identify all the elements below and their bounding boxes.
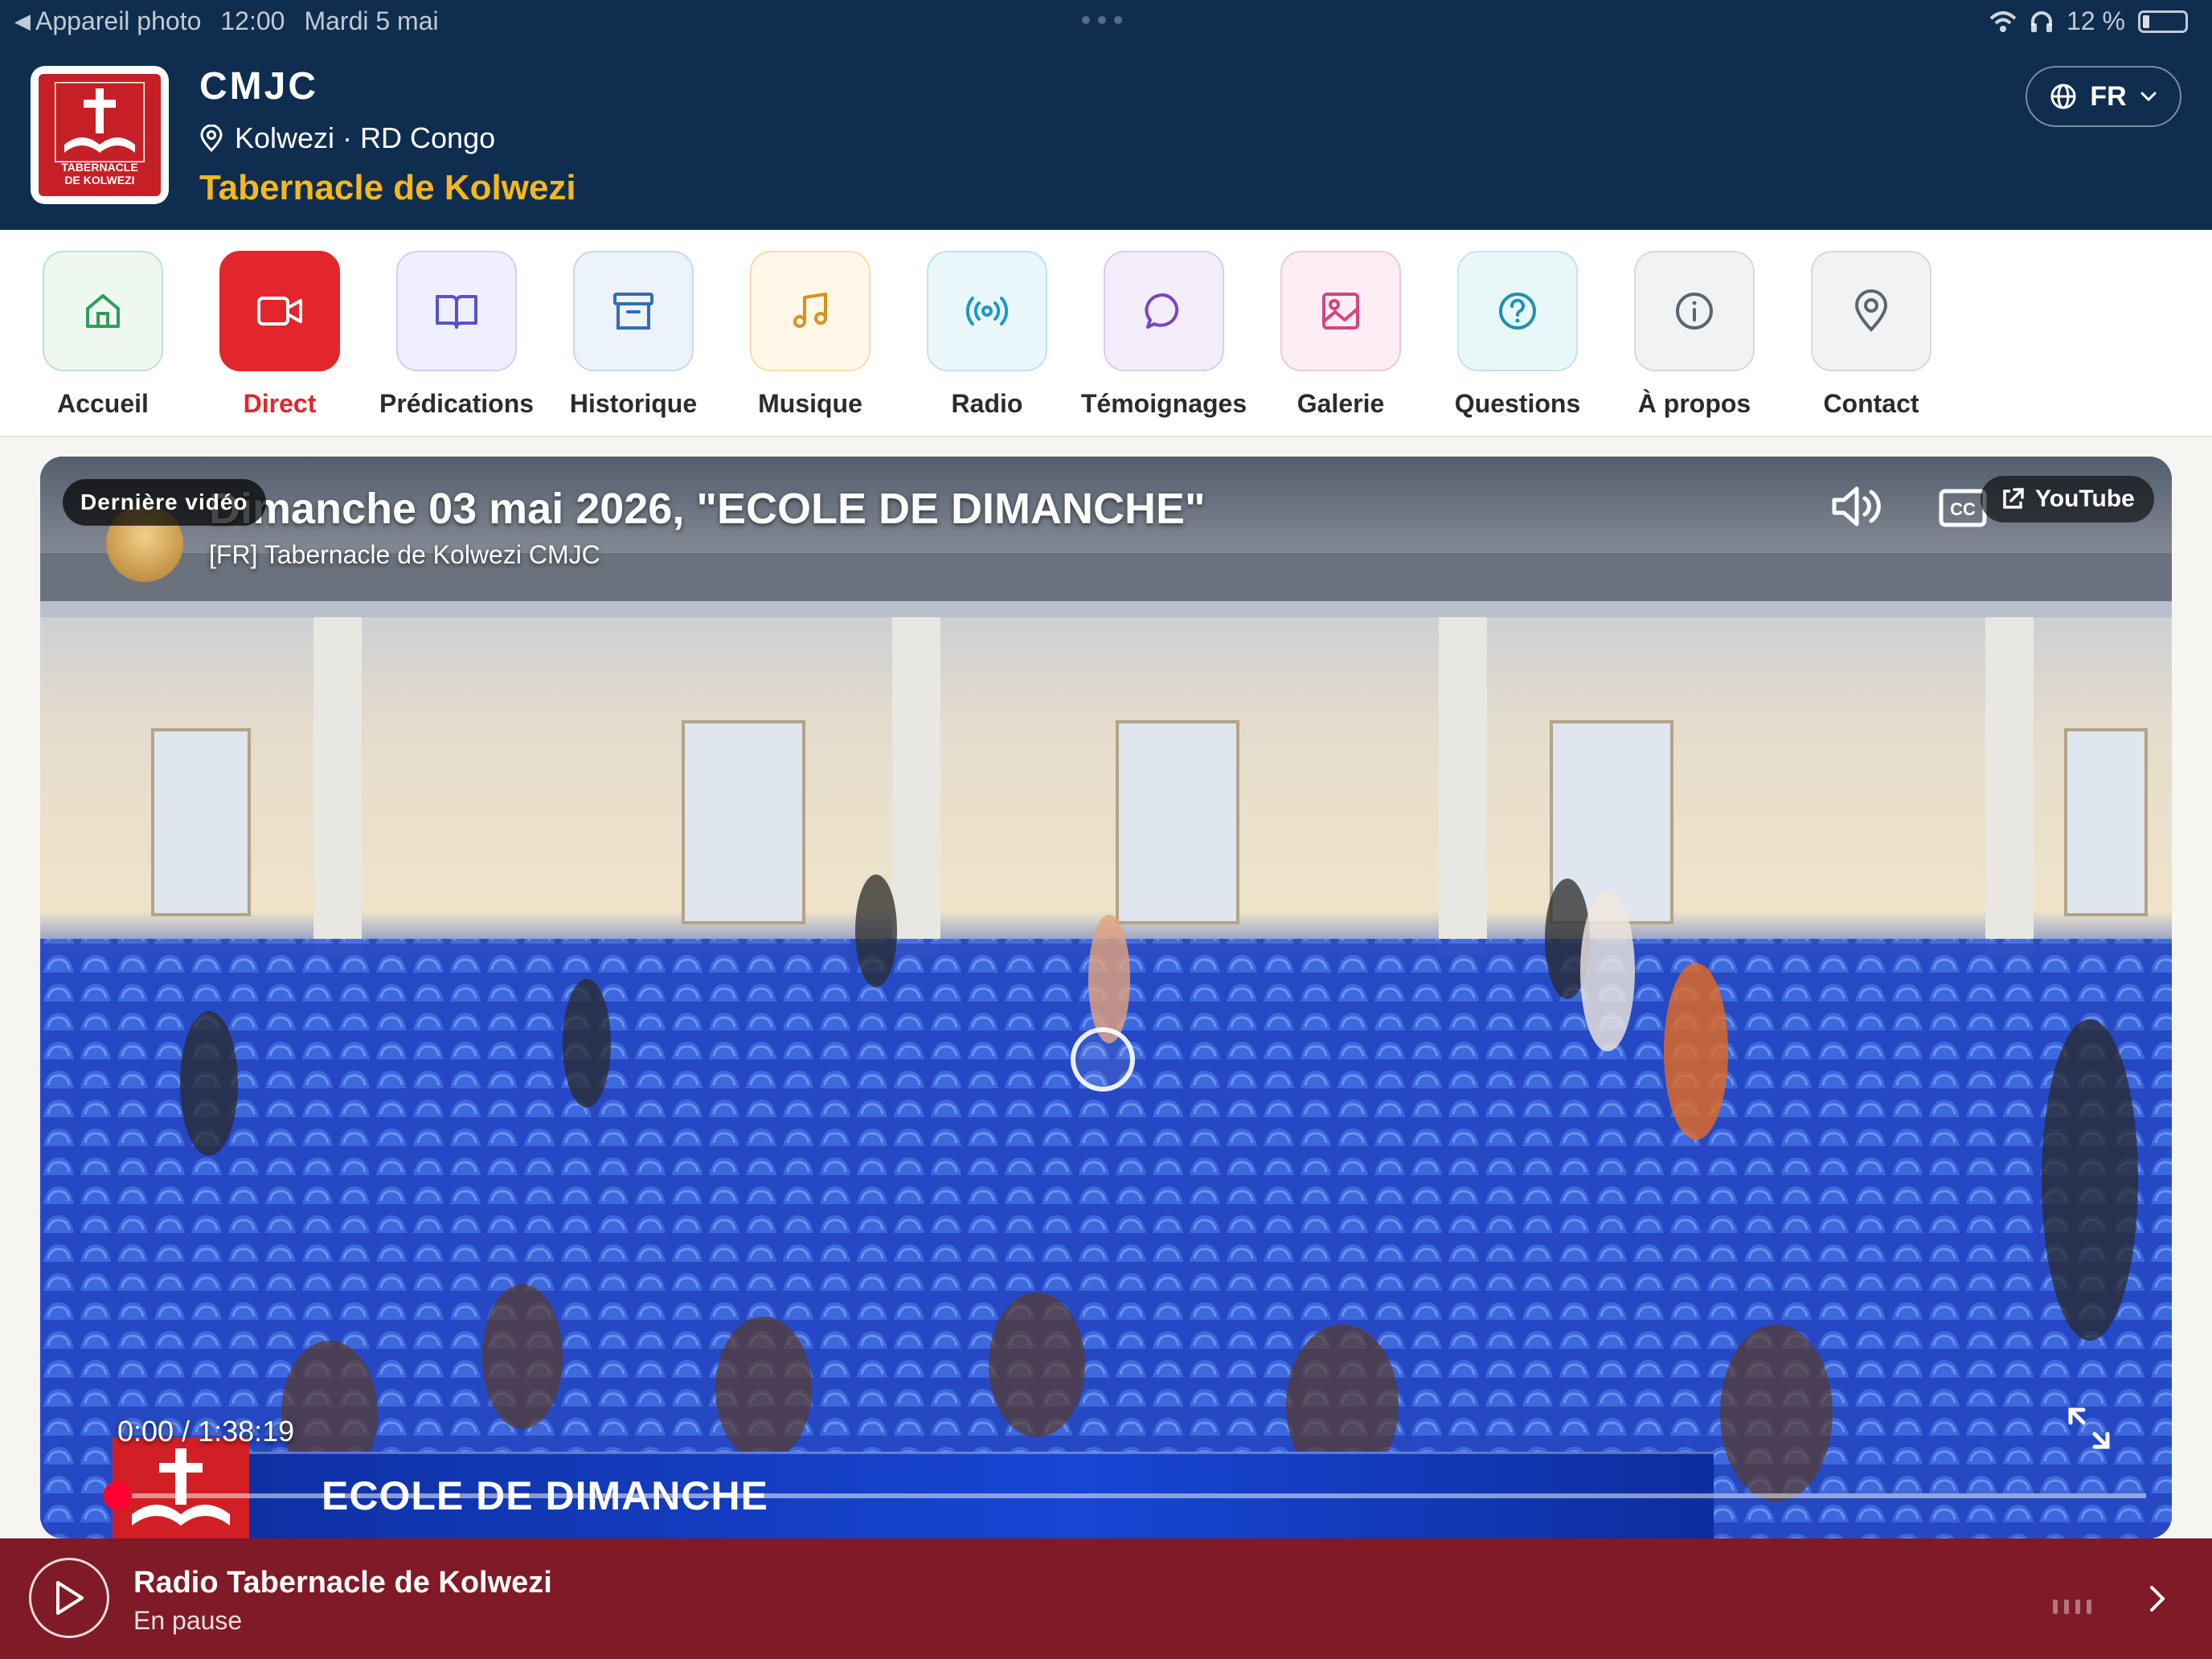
nav-tile[interactable] bbox=[396, 251, 517, 371]
nav-tile[interactable] bbox=[1457, 251, 1578, 371]
location-pin-icon bbox=[200, 125, 223, 152]
nav-item-radio[interactable]: Radio bbox=[899, 251, 1075, 419]
radio-icon bbox=[965, 297, 1009, 326]
language-selector[interactable]: FR bbox=[2026, 66, 2181, 127]
nav-tile[interactable] bbox=[43, 251, 163, 371]
headphones-icon bbox=[2031, 10, 2053, 32]
nav-item-galerie[interactable]: Galerie bbox=[1252, 251, 1429, 419]
chevron-right-icon[interactable] bbox=[2148, 1583, 2167, 1614]
video-time: 0:00 / 1:38:19 bbox=[117, 1415, 295, 1448]
nav-item-musique[interactable]: Musique bbox=[722, 251, 899, 419]
brand-subtitle: Tabernacle de Kolwezi bbox=[199, 168, 576, 207]
video-player[interactable]: Dernière vidéo Dimanche 03 mai 2026, "EC… bbox=[40, 457, 2172, 1538]
nav-tile[interactable] bbox=[1811, 251, 1931, 371]
nav-label: Galerie bbox=[1296, 389, 1385, 418]
video-progress-handle[interactable] bbox=[103, 1481, 132, 1510]
nav-tile[interactable] bbox=[1634, 251, 1755, 371]
back-arrow-icon[interactable]: ◀ bbox=[14, 9, 31, 34]
brand-name: CMJC bbox=[199, 65, 319, 108]
wifi-icon bbox=[1989, 10, 2017, 32]
main-nav: Accueil Direct Prédications Historique M… bbox=[0, 230, 2212, 437]
nav-label: Historique bbox=[569, 389, 698, 418]
nav-tile[interactable] bbox=[573, 251, 694, 371]
volume-icon[interactable] bbox=[1831, 482, 1884, 530]
status-bar: ◀ Appareil photo 12:00 Mardi 5 mai 12 % bbox=[0, 0, 2212, 42]
globe-icon bbox=[2050, 84, 2076, 109]
nav-label: Direct bbox=[243, 389, 317, 418]
cross-book-icon bbox=[132, 1448, 230, 1526]
chat-icon bbox=[1145, 293, 1179, 329]
nav-item-temoignages[interactable]: Témoignages bbox=[1075, 251, 1252, 419]
open-youtube-button[interactable]: YouTube bbox=[1981, 476, 2154, 522]
brand-location: Kolwezi · RD Congo bbox=[199, 121, 576, 155]
status-left: ◀ Appareil photo 12:00 Mardi 5 mai bbox=[14, 6, 439, 36]
nav-label: Accueil bbox=[57, 389, 149, 418]
video-progress-bar[interactable] bbox=[117, 1493, 2146, 1498]
logo-text-line2: DE KOLWEZI bbox=[64, 174, 135, 186]
nav-item-contact[interactable]: Contact bbox=[1783, 251, 1960, 419]
nav-label: Contact bbox=[1823, 389, 1919, 418]
status-date: Mardi 5 mai bbox=[304, 6, 439, 35]
nav-tile[interactable] bbox=[1280, 251, 1401, 371]
status-right: 12 % bbox=[1989, 6, 2188, 36]
radio-status: En pause bbox=[133, 1606, 243, 1635]
nav-item-accueil[interactable]: Accueil bbox=[14, 251, 191, 419]
back-app-label[interactable]: Appareil photo bbox=[35, 6, 201, 36]
play-indicator[interactable] bbox=[1071, 1027, 1135, 1092]
archive-icon bbox=[613, 293, 653, 330]
lower-third-logo bbox=[113, 1437, 249, 1538]
church-logo[interactable]: TABERNACLE DE KOLWEZI bbox=[31, 66, 169, 204]
nav-item-a-propos[interactable]: À propos bbox=[1606, 251, 1783, 419]
book-icon bbox=[436, 295, 477, 329]
multitask-dots[interactable] bbox=[1082, 16, 1122, 24]
nav-label: Prédications bbox=[379, 389, 535, 418]
video-frame bbox=[40, 457, 2172, 1538]
battery-percent: 12 % bbox=[2067, 6, 2125, 35]
radio-mini-player[interactable]: Radio Tabernacle de Kolwezi En pause bbox=[0, 1538, 2212, 1659]
nav-label: Questions bbox=[1454, 389, 1581, 418]
fullscreen-icon[interactable] bbox=[2066, 1405, 2112, 1452]
youtube-label: YouTube bbox=[2035, 485, 2135, 512]
radio-play-button[interactable] bbox=[29, 1558, 109, 1638]
nav-label: Musique bbox=[758, 389, 862, 418]
nav-label: Témoignages bbox=[1080, 389, 1247, 418]
nav-tile[interactable] bbox=[750, 251, 870, 371]
map-pin-icon bbox=[1854, 289, 1888, 332]
music-icon bbox=[793, 293, 827, 328]
image-icon bbox=[1322, 293, 1359, 330]
info-icon bbox=[1676, 293, 1713, 330]
nav-label: Radio bbox=[951, 389, 1023, 418]
closed-captions-icon[interactable]: CC bbox=[1939, 489, 1987, 527]
svg-text:CC: CC bbox=[1950, 499, 1976, 519]
nav-item-direct[interactable]: Direct bbox=[191, 251, 368, 419]
play-icon bbox=[56, 1581, 84, 1615]
app-header: ◀ Appareil photo 12:00 Mardi 5 mai 12 % … bbox=[0, 0, 2212, 230]
radio-title: Radio Tabernacle de Kolwezi bbox=[133, 1566, 552, 1600]
language-code: FR bbox=[2090, 80, 2127, 112]
nav-label: À propos bbox=[1637, 389, 1751, 418]
nav-item-predications[interactable]: Prédications bbox=[368, 251, 545, 419]
nav-item-historique[interactable]: Historique bbox=[545, 251, 722, 419]
nav-tile[interactable] bbox=[219, 251, 340, 371]
battery-icon bbox=[2138, 10, 2188, 33]
equalizer-icon bbox=[2053, 1600, 2091, 1614]
cross-book-icon bbox=[55, 82, 145, 162]
brand-block: CMJC Kolwezi · RD Congo Tabernacle de Ko… bbox=[199, 64, 576, 208]
latest-video-badge: Dernière vidéo bbox=[63, 479, 266, 526]
home-icon bbox=[86, 294, 120, 328]
logo-text-line1: TABERNACLE bbox=[61, 161, 138, 174]
video-channel-name[interactable]: [FR] Tabernacle de Kolwezi CMJC bbox=[209, 540, 600, 570]
chevron-down-icon bbox=[2140, 92, 2157, 102]
location-text: Kolwezi · RD Congo bbox=[235, 121, 496, 154]
nav-tile[interactable] bbox=[1104, 251, 1224, 371]
video-camera-icon bbox=[257, 297, 302, 326]
external-link-icon bbox=[2003, 488, 2024, 509]
nav-tile[interactable] bbox=[927, 251, 1047, 371]
video-title[interactable]: Dimanche 03 mai 2026, "ECOLE DE DIMANCHE… bbox=[209, 484, 1206, 534]
status-time: 12:00 bbox=[220, 6, 285, 35]
question-icon bbox=[1499, 293, 1536, 330]
nav-item-questions[interactable]: Questions bbox=[1429, 251, 1606, 419]
